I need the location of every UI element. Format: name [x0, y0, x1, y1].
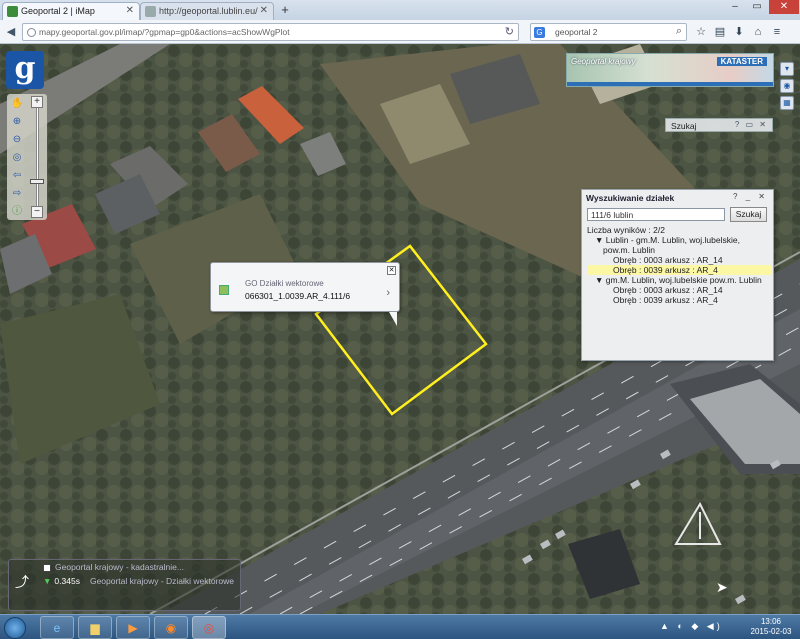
- download-icon[interactable]: ⬇: [731, 24, 747, 40]
- popup-next-icon[interactable]: ›: [386, 287, 390, 299]
- close-tab-icon[interactable]: ✕: [260, 5, 268, 16]
- search-bar[interactable]: G geoportal 2 ⌕: [530, 23, 687, 41]
- navigation-bar: ◀ mapy.geoportal.gov.pl/imap/?gpmap=gp0&…: [0, 20, 800, 44]
- tab-lublin[interactable]: http://geoportal.lublin.eu/ ✕: [140, 2, 274, 20]
- layers-toggle-icon[interactable]: ▾: [780, 62, 794, 76]
- popup-layer-name: GO Działki wektorowe: [245, 279, 324, 288]
- side-toolbar: ▾ ◉ ▦: [780, 62, 794, 113]
- back-button[interactable]: ◀: [2, 23, 20, 41]
- menu-icon[interactable]: ≡: [769, 24, 785, 40]
- next-view-icon[interactable]: ⇨: [11, 188, 23, 200]
- close-window-button[interactable]: ✕: [769, 0, 799, 14]
- address-bar[interactable]: mapy.geoportal.gov.pl/imap/?gpmap=gp0&ac…: [22, 23, 519, 41]
- media-player-icon[interactable]: ▶: [116, 616, 150, 639]
- layer-row[interactable]: Geoportal krajowy - kadastralnie...: [43, 562, 184, 574]
- zoom-slider-track[interactable]: [36, 98, 39, 216]
- result-count: Liczba wyników : 2/2: [587, 225, 665, 235]
- search-mini-panel[interactable]: Szukaj ? ▭ ✕: [665, 118, 773, 132]
- minimize-button[interactable]: –: [724, 0, 746, 14]
- info-icon[interactable]: ⓘ: [11, 206, 23, 218]
- layers-curve-icon: ⤴: [15, 574, 29, 590]
- map-toolbar: ✋ ⊕ ⊖ ◎ ⇦ ⇨ ⓘ + −: [7, 94, 47, 220]
- kataster-badge[interactable]: KATASTER: [716, 57, 767, 66]
- parcel-info-popup: ✕ GO Działki wektorowe 066301_1.0039.AR_…: [210, 262, 400, 326]
- layer-icon: [219, 285, 229, 295]
- close-tab-icon[interactable]: ✕: [126, 5, 134, 16]
- reload-icon[interactable]: ↻: [505, 25, 514, 38]
- tab-bar: Geoportal 2 | iMap ✕ http://geoportal.lu…: [0, 0, 800, 20]
- layer-name: Geoportal krajowy - kadastralnie...: [55, 562, 184, 572]
- taskbar: e ▆ ▶ ◉ ◎ ▲ ◐ ◆ ◀) 13:06 2015-02-03: [0, 614, 800, 639]
- pan-hand-icon[interactable]: ✋: [11, 98, 23, 110]
- start-button[interactable]: [4, 617, 26, 639]
- globe-icon: [27, 28, 36, 37]
- panel-controls[interactable]: ? _ ✕: [733, 192, 768, 201]
- geoportal-favicon-icon: [7, 6, 18, 17]
- page-favicon-icon: [145, 6, 156, 17]
- firefox-icon[interactable]: ◉: [154, 616, 188, 639]
- overview-strip: [567, 82, 773, 86]
- search-mini-controls[interactable]: ? ▭ ✕: [735, 120, 768, 129]
- zoom-in-tool-icon[interactable]: ⊕: [11, 116, 23, 128]
- zoom-out-button[interactable]: −: [31, 206, 43, 218]
- result-group[interactable]: ▼ Lublin - gm.M. Lublin, woj.lubelskie,: [587, 235, 771, 245]
- star-icon[interactable]: ☆: [693, 24, 709, 40]
- overview-banner[interactable]: Geoportal krajowy KATASTER: [566, 53, 774, 87]
- zoom-extent-icon[interactable]: ◎: [11, 152, 23, 164]
- panel-title: Wyszukiwanie działek: [586, 193, 675, 203]
- google-icon: G: [534, 27, 545, 38]
- parcel-search-input[interactable]: 111/6 lublin: [587, 208, 725, 221]
- zoom-in-button[interactable]: +: [31, 96, 43, 108]
- new-tab-button[interactable]: +: [276, 2, 294, 18]
- tab-label: Geoportal 2 | iMap: [21, 6, 95, 16]
- layer-row[interactable]: ▼ 0.345s Geoportal krajowy - Działki wekto…: [43, 576, 234, 588]
- compass-icon: ➤: [716, 579, 728, 595]
- url-text: mapy.geoportal.gov.pl/imap/?gpmap=gp0&ac…: [39, 27, 290, 37]
- layer-name: Geoportal krajowy - Działki wektorowe: [89, 576, 235, 586]
- layer-status-icon: ▼: [43, 576, 52, 586]
- overview-label: Geoportal krajowy: [571, 57, 636, 66]
- result-item-selected[interactable]: Obręb : 0039 arkusz : AR_4: [587, 265, 771, 275]
- clock-date: 2015-02-03: [750, 627, 792, 636]
- map-view[interactable]: g ✋ ⊕ ⊖ ◎ ⇦ ⇨ ⓘ + − Geoportal krajowy KA…: [0, 44, 800, 614]
- home-icon[interactable]: ⌂: [750, 24, 766, 40]
- chrome-icon[interactable]: ◎: [192, 616, 226, 639]
- result-item[interactable]: Obręb : 0003 arkusz : AR_14: [587, 255, 771, 265]
- tab-geoportal[interactable]: Geoportal 2 | iMap ✕: [2, 2, 140, 20]
- result-group-cont[interactable]: pow.m. Lublin: [587, 245, 771, 255]
- zoom-out-tool-icon[interactable]: ⊖: [11, 134, 23, 146]
- parcel-search-panel: Wyszukiwanie działek ? _ ✕ 111/6 lublin …: [581, 189, 774, 361]
- zoom-slider-thumb[interactable]: [30, 179, 44, 184]
- search-icon[interactable]: ⌕: [676, 25, 682, 38]
- print-icon[interactable]: ▦: [780, 96, 794, 110]
- search-button[interactable]: Szukaj: [730, 207, 767, 222]
- popup-close-button[interactable]: ✕: [387, 266, 396, 275]
- popup-pointer: [389, 312, 397, 326]
- previous-view-icon[interactable]: ⇦: [11, 170, 23, 182]
- search-mini-label: Szukaj: [671, 121, 697, 131]
- eye-icon[interactable]: ◉: [780, 79, 794, 93]
- tab-label: http://geoportal.lublin.eu/: [159, 6, 258, 16]
- clock-time: 13:06: [760, 617, 782, 626]
- layer-checkbox[interactable]: [43, 563, 51, 572]
- search-text: geoportal 2: [555, 27, 598, 37]
- maximize-button[interactable]: ▭: [746, 0, 768, 14]
- geoportal-logo[interactable]: g: [6, 51, 44, 89]
- file-explorer-icon[interactable]: ▆: [78, 616, 112, 639]
- clipboard-icon[interactable]: ▤: [712, 24, 728, 40]
- layer-load-time: 0.345s: [54, 576, 80, 586]
- popup-parcel-id[interactable]: 066301_1.0039.AR_4.111/6: [245, 291, 350, 301]
- layers-widget: ⤴ Geoportal krajowy - kadastralnie... ▼ 0…: [8, 559, 241, 611]
- clock[interactable]: 13:06 2015-02-03: [744, 617, 798, 637]
- result-group[interactable]: ▼ gm.M. Lublin, woj.lubelskie pow.m. Lub…: [587, 275, 771, 285]
- system-tray[interactable]: ▲ ◐ ◆ ◀): [660, 621, 723, 632]
- result-item[interactable]: Obręb : 0003 arkusz : AR_14: [587, 285, 771, 295]
- result-tree: ▼ Lublin - gm.M. Lublin, woj.lubelskie, …: [587, 235, 771, 305]
- result-item[interactable]: Obręb : 0039 arkusz : AR_4: [587, 295, 771, 305]
- internet-explorer-icon[interactable]: e: [40, 616, 74, 639]
